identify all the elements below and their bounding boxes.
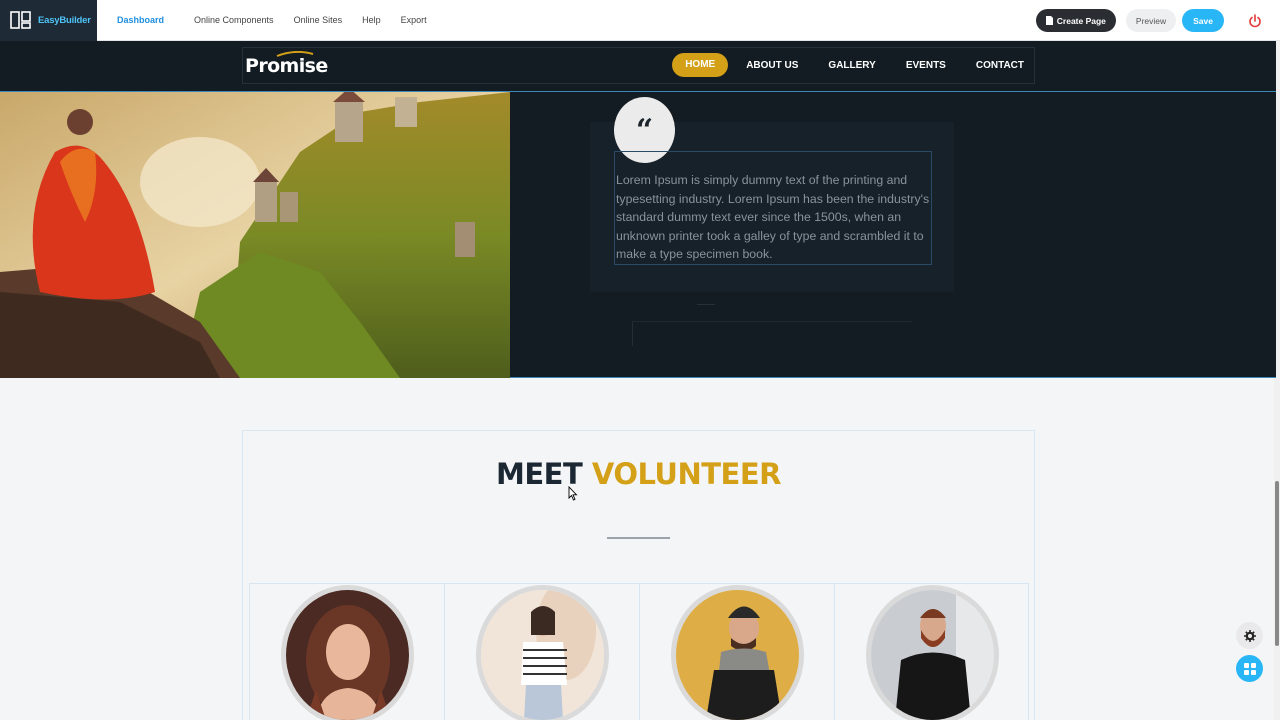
volunteer-avatar[interactable] xyxy=(671,585,804,720)
volunteer-cards xyxy=(249,583,1029,720)
page-icon xyxy=(1045,16,1053,25)
builder-actions: Create Page Preview Save xyxy=(1035,0,1280,41)
volunteer-card[interactable] xyxy=(249,583,444,720)
site-header-container: Promise HOME ABOUT US GALLERY EVENTS CON… xyxy=(242,47,1035,84)
create-page-button[interactable]: Create Page xyxy=(1035,9,1116,32)
scrollbar-thumb[interactable] xyxy=(1275,481,1279,646)
volunteer-avatar[interactable] xyxy=(476,585,609,720)
volunteer-avatar[interactable] xyxy=(281,585,414,720)
bearded-man-portrait-illustration xyxy=(871,590,994,720)
blocks-button[interactable] xyxy=(1236,655,1263,682)
gear-icon xyxy=(1243,629,1256,642)
hero-section[interactable]: “ Lorem Ipsum is simply dummy text of th… xyxy=(0,91,1276,378)
site-nav: HOME ABOUT US GALLERY EVENTS CONTACT xyxy=(672,52,1024,78)
divider-line xyxy=(697,304,715,305)
nav-dashboard[interactable]: Dashboard xyxy=(117,15,164,25)
settings-button[interactable] xyxy=(1236,622,1263,649)
woman-portrait-illustration xyxy=(286,590,409,720)
volunteer-card[interactable] xyxy=(834,583,1029,720)
save-button[interactable]: Save xyxy=(1182,9,1224,32)
girl-portrait-illustration xyxy=(481,590,604,720)
power-icon[interactable] xyxy=(1248,13,1262,28)
man-with-beanie-illustration xyxy=(676,590,799,720)
monk-landscape-illustration xyxy=(0,92,510,378)
site-logo-text: Promise xyxy=(245,55,328,77)
site-nav-home[interactable]: HOME xyxy=(672,53,729,77)
create-page-label: Create Page xyxy=(1056,15,1106,26)
builder-toolbar: EasyBuilder Dashboard Online Components … xyxy=(0,0,1280,41)
site-nav-events[interactable]: EVENTS xyxy=(906,60,946,71)
volunteer-section[interactable]: MEET VOLUNTEER xyxy=(242,430,1035,720)
title-divider xyxy=(607,537,670,539)
nav-help[interactable]: Help xyxy=(362,15,381,25)
easybuilder-logo-icon xyxy=(10,11,31,29)
site-nav-gallery[interactable]: GALLERY xyxy=(828,60,875,71)
mouse-cursor-icon xyxy=(568,486,578,501)
preview-button[interactable]: Preview xyxy=(1125,9,1177,32)
hero-image-monk[interactable] xyxy=(0,92,510,378)
testimonial-text[interactable]: Lorem Ipsum is simply dummy text of the … xyxy=(614,151,932,265)
builder-nav: Dashboard Online Components Online Sites… xyxy=(117,15,447,25)
nav-export[interactable]: Export xyxy=(401,15,427,25)
title-word-volunteer: VOLUNTEER xyxy=(591,457,782,491)
site-nav-about[interactable]: ABOUT US xyxy=(746,60,798,71)
grid-icon xyxy=(1243,662,1256,675)
site-logo[interactable]: Promise xyxy=(245,51,328,77)
nav-online-sites[interactable]: Online Sites xyxy=(294,15,343,25)
site-nav-contact[interactable]: CONTACT xyxy=(976,60,1024,71)
nav-online-components[interactable]: Online Components xyxy=(194,15,274,25)
volunteer-avatar[interactable] xyxy=(866,585,999,720)
volunteer-card[interactable] xyxy=(639,583,834,720)
site-header: Promise HOME ABOUT US GALLERY EVENTS CON… xyxy=(0,41,1276,91)
empty-block[interactable] xyxy=(632,321,912,346)
builder-brand[interactable]: EasyBuilder xyxy=(0,0,97,41)
logo-swoosh-icon xyxy=(276,51,314,57)
volunteer-card[interactable] xyxy=(444,583,639,720)
section-title[interactable]: MEET VOLUNTEER xyxy=(243,457,1034,491)
brand-name: EasyBuilder xyxy=(38,14,91,26)
